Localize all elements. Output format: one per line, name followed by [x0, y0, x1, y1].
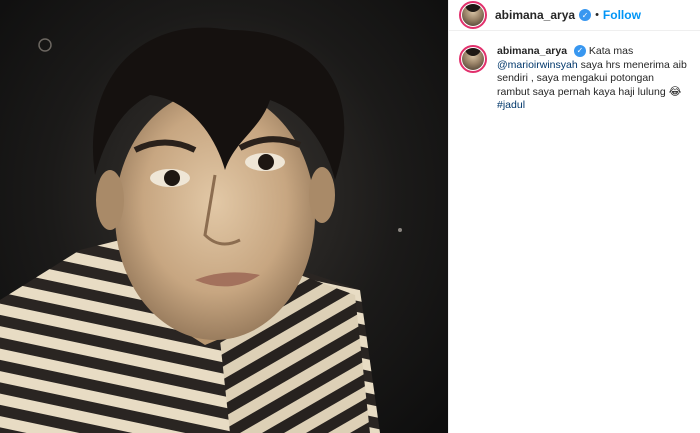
follow-button[interactable]: Follow — [603, 8, 641, 22]
avatar[interactable] — [459, 1, 487, 29]
caption-text: abimana_arya ✓ Kata mas @marioirwinsyah … — [497, 45, 687, 113]
post-header: abimana_arya ✓ • Follow — [449, 0, 700, 31]
post-photo[interactable] — [0, 0, 448, 433]
instagram-post: abimana_arya ✓ • Follow abimana_arya ✓ K… — [0, 0, 700, 433]
caption-username[interactable]: abimana_arya — [497, 45, 567, 57]
post-sidebar: abimana_arya ✓ • Follow abimana_arya ✓ K… — [448, 0, 700, 433]
caption-text-before: Kata mas — [588, 45, 634, 57]
caption-verified-badge-icon: ✓ — [573, 45, 586, 58]
separator: • — [595, 9, 599, 21]
caption-mention[interactable]: @marioirwinsyah — [497, 59, 578, 71]
verified-badge-icon: ✓ — [579, 9, 592, 21]
laughing-emoji-icon: 😂 — [668, 85, 682, 98]
caption: abimana_arya ✓ Kata mas @marioirwinsyah … — [449, 31, 700, 113]
header-username[interactable]: abimana_arya — [495, 8, 575, 22]
caption-avatar[interactable] — [459, 45, 487, 73]
portrait-illustration — [0, 27, 402, 433]
caption-hashtag[interactable]: #jadul — [497, 99, 525, 111]
